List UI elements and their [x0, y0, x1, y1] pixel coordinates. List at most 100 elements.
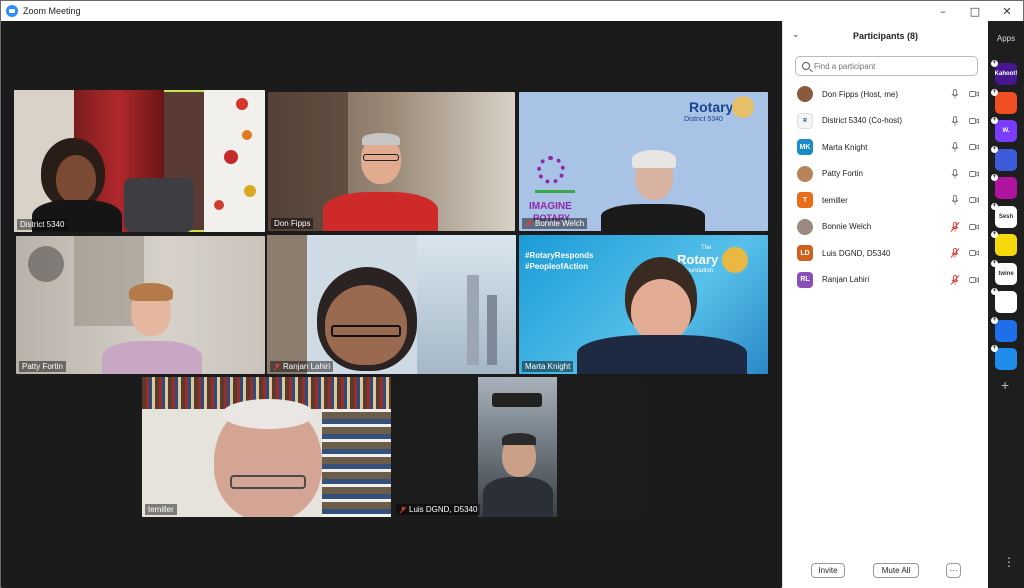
participants-header: ⌄ Participants (8)	[783, 21, 988, 51]
mic-muted-icon[interactable]	[950, 248, 960, 259]
maximize-button[interactable]: □	[959, 1, 991, 21]
participant-row[interactable]: RL Ranjan Lahiri	[783, 267, 989, 294]
tile-name: Ranjan Lahiri	[270, 361, 334, 372]
more-apps-icon[interactable]: ⋮	[1003, 555, 1015, 569]
participant-row[interactable]: Ttemiller	[783, 187, 989, 214]
participant-avatar	[797, 165, 813, 182]
microphone-icon[interactable]	[950, 168, 960, 179]
apps-sidebar: Apps Kahoot! + + W. + + + Sesh + + twine + + + + + ⋮	[988, 21, 1024, 588]
mic-muted-icon[interactable]	[950, 221, 960, 232]
hashtag-2: #PeopleofAction	[525, 262, 589, 271]
video-camera-icon[interactable]	[969, 116, 979, 126]
video-camera-icon[interactable]	[969, 275, 979, 285]
grid-app-icon[interactable]: +	[991, 288, 1017, 313]
app-badge-icon: +	[991, 231, 998, 238]
app-badge-icon: +	[991, 259, 998, 267]
microphone-icon[interactable]	[950, 195, 960, 205]
invite-button[interactable]: Invite	[811, 563, 845, 578]
tile-name: District 5340	[17, 219, 68, 230]
blue-circle-app-icon[interactable]: +	[991, 145, 1017, 171]
mic-muted-icon[interactable]	[950, 274, 960, 285]
imagine-text: IMAGINE	[529, 201, 572, 212]
app-badge-icon: +	[991, 345, 998, 352]
video-camera-icon[interactable]	[969, 89, 979, 99]
twine-icon[interactable]: twine +	[991, 259, 1017, 285]
video-gallery: District 5340 Don Fipps Rotary District …	[2, 21, 781, 588]
chevron-down-icon[interactable]: ⌄	[792, 30, 800, 40]
sesh-icon[interactable]: Sesh +	[991, 202, 1017, 228]
participant-row[interactable]: Don Fipps (Host, me)	[783, 81, 989, 108]
participant-name: Luis DGND, D5340	[822, 248, 891, 258]
app-badge-icon: +	[991, 202, 998, 210]
mic-muted-icon	[525, 219, 533, 228]
video-tile[interactable]: Luis DGND, D5340	[393, 377, 642, 517]
tile-name: Don Fipps	[271, 218, 314, 229]
sticker-app-icon[interactable]: +	[991, 231, 1017, 256]
participant-avatar: RL	[797, 271, 813, 288]
participant-avatar: R	[797, 112, 813, 129]
orange-app-icon[interactable]: +	[991, 88, 1017, 114]
video-tile[interactable]: Ranjan Lahiri	[267, 235, 516, 374]
video-camera-icon[interactable]	[969, 169, 979, 179]
participant-avatar: MK	[797, 139, 813, 156]
camera-app-icon[interactable]: +	[991, 174, 1017, 199]
rotary-wheel-icon	[732, 96, 754, 118]
add-app-icon[interactable]: +	[1001, 377, 1009, 393]
participant-row[interactable]: Bonnie Welch	[783, 214, 989, 241]
mute-all-button[interactable]: Mute All	[873, 563, 919, 578]
participant-row[interactable]: MK Marta Knight	[783, 134, 989, 161]
microphone-icon[interactable]	[950, 142, 960, 152]
video-tile[interactable]: Rotary District 5340 IMAGINE ROTARY Bonn…	[519, 92, 768, 231]
video-tile[interactable]: temiller	[142, 377, 391, 517]
kahoot-icon[interactable]: Kahoot! +	[991, 60, 1017, 85]
microphone-icon[interactable]	[950, 89, 960, 99]
app-badge-icon: +	[991, 288, 998, 295]
participant-row[interactable]: LD Luis DGND, D5340	[783, 240, 989, 267]
microphone-icon[interactable]	[950, 115, 960, 126]
tile-name: Marta Knight	[522, 361, 574, 372]
video-tile[interactable]: Don Fipps	[268, 92, 515, 231]
zapp-icon[interactable]: +	[991, 345, 1017, 370]
participant-search[interactable]	[795, 56, 978, 76]
district-label: District 5340	[684, 116, 723, 123]
window-controls: – □ ✕	[927, 1, 1023, 21]
search-icon	[802, 62, 810, 70]
participant-name: Marta Knight	[822, 142, 868, 152]
hashtag-1: #RotaryResponds	[525, 251, 594, 260]
tile-name: Luis DGND, D5340	[396, 504, 481, 515]
participant-avatar: T	[797, 192, 813, 209]
tile-name: Bonnie Welch	[522, 218, 588, 229]
participants-title: Participants (8)	[852, 31, 919, 41]
app-badge-icon: +	[991, 60, 998, 67]
minimize-button[interactable]: –	[927, 1, 959, 21]
participant-avatar	[797, 218, 813, 235]
sync-app-icon[interactable]: +	[991, 316, 1017, 342]
video-camera-icon[interactable]	[969, 142, 979, 152]
panel-footer: Invite Mute All ···	[783, 563, 989, 579]
imagine-flower-icon	[537, 156, 565, 184]
zoom-window: Zoom Meeting – □ ✕ District 5340 Don Fip…	[0, 0, 1024, 588]
search-input[interactable]	[814, 61, 964, 71]
video-camera-icon[interactable]	[969, 248, 979, 258]
participant-row[interactable]: Patty Fortin	[783, 161, 989, 188]
zoom-logo-icon	[6, 5, 18, 17]
participant-avatar	[797, 86, 813, 103]
tile-name: Patty Fortin	[19, 361, 66, 372]
window-title: Zoom Meeting	[23, 6, 81, 16]
mic-muted-icon	[399, 505, 407, 514]
video-camera-icon[interactable]	[969, 195, 979, 205]
video-camera-icon[interactable]	[969, 222, 979, 232]
more-options-button[interactable]: ···	[946, 563, 961, 578]
tile-name: temiller	[145, 504, 177, 515]
wooclap-icon[interactable]: W. +	[991, 117, 1017, 142]
video-tile[interactable]: District 5340	[14, 90, 265, 232]
participant-name: Bonnie Welch	[822, 222, 872, 232]
title-bar: Zoom Meeting – □ ✕	[1, 1, 1023, 21]
participant-row[interactable]: R District 5340 (Co-host)	[783, 108, 989, 135]
app-badge-icon: +	[991, 117, 998, 124]
mic-muted-icon	[273, 362, 281, 371]
video-tile[interactable]: Patty Fortin	[16, 236, 265, 374]
rotary-logo-text: Rotary	[689, 99, 734, 115]
video-tile[interactable]: #RotaryResponds #PeopleofAction The Rota…	[519, 235, 768, 374]
close-button[interactable]: ✕	[991, 1, 1023, 21]
